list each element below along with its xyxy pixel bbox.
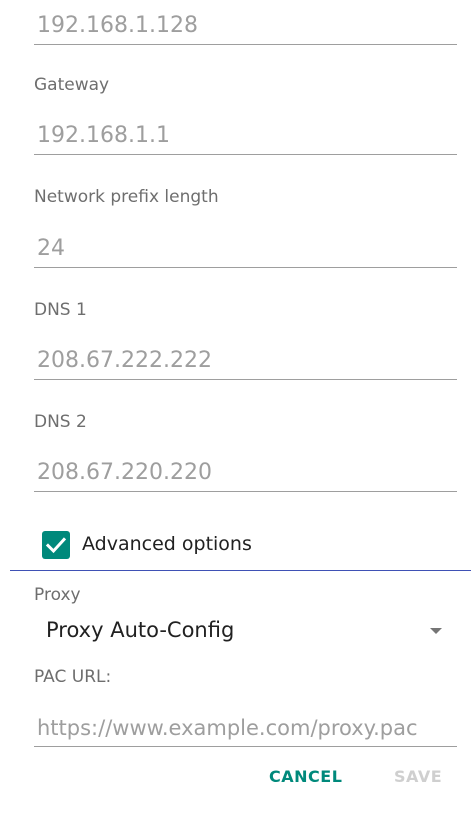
- dns2-field[interactable]: 208.67.220.220: [34, 455, 457, 492]
- dns1-field[interactable]: 208.67.222.222: [34, 343, 457, 380]
- pac-url-input[interactable]: https://www.example.com/proxy.pac: [34, 706, 457, 747]
- checkmark-icon: [45, 537, 67, 554]
- proxy-selected-value: Proxy Auto-Config: [46, 618, 235, 642]
- gateway-field[interactable]: 192.168.1.1: [34, 118, 457, 155]
- dns2-value: 208.67.220.220: [37, 460, 212, 485]
- ip-address-value: 192.168.1.128: [37, 13, 198, 38]
- dns2-label: DNS 2: [34, 412, 87, 432]
- proxy-label: Proxy: [34, 585, 81, 605]
- pac-url-placeholder: https://www.example.com/proxy.pac: [37, 716, 418, 740]
- advanced-options-label[interactable]: Advanced options: [82, 533, 252, 555]
- advanced-options-checkbox[interactable]: [42, 531, 70, 559]
- gateway-label: Gateway: [34, 75, 110, 95]
- dns1-value: 208.67.222.222: [37, 348, 212, 373]
- prefix-length-field[interactable]: 24: [34, 231, 457, 268]
- cancel-button[interactable]: CANCEL: [263, 763, 348, 790]
- save-button[interactable]: SAVE: [388, 763, 448, 790]
- prefix-length-label: Network prefix length: [34, 187, 219, 207]
- dropdown-arrow-icon: [430, 628, 442, 634]
- dns1-label: DNS 1: [34, 300, 87, 320]
- section-divider: [10, 570, 471, 571]
- gateway-value: 192.168.1.1: [37, 123, 170, 148]
- ip-address-field[interactable]: 192.168.1.128: [34, 8, 457, 45]
- pac-url-label: PAC URL:: [34, 667, 112, 687]
- proxy-dropdown[interactable]: Proxy Auto-Config: [34, 613, 457, 649]
- prefix-length-value: 24: [37, 236, 65, 261]
